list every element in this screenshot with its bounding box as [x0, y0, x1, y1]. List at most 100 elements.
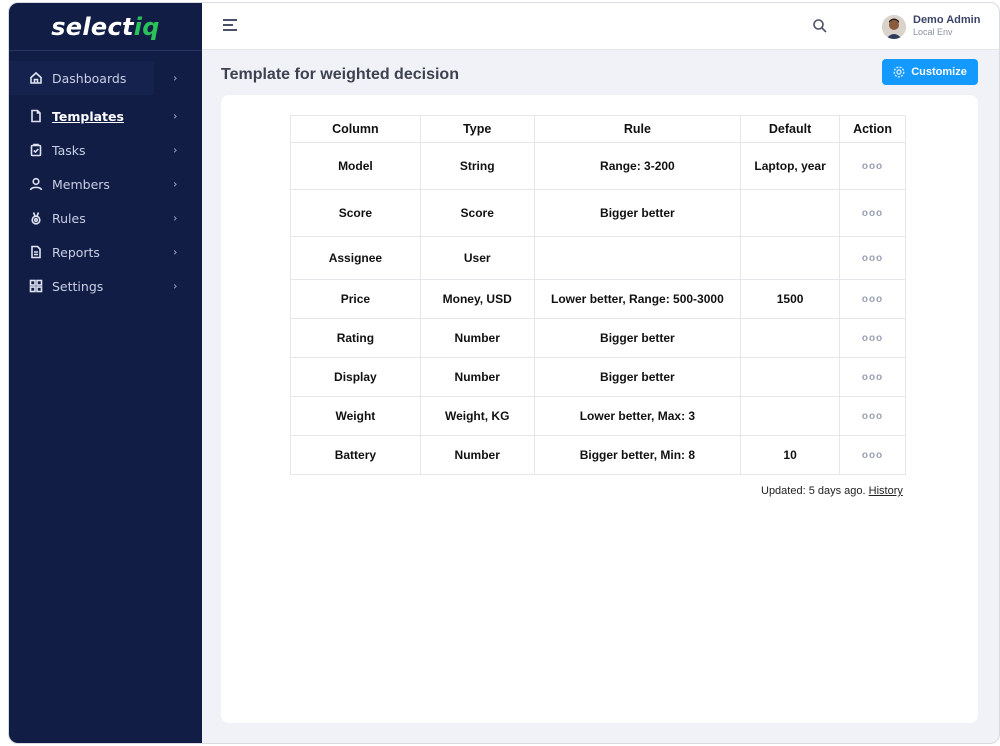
cell-column: Battery	[290, 435, 421, 475]
gear-icon	[893, 66, 905, 78]
row-action-menu[interactable]: ooo	[839, 236, 906, 280]
cell-rule: Bigger better, Min: 8	[533, 435, 742, 475]
row-action-menu[interactable]: ooo	[839, 435, 906, 475]
row-action-menu[interactable]: ooo	[839, 318, 906, 358]
cell-rule: Bigger better	[533, 357, 742, 397]
chevron-right-icon: ›	[173, 109, 178, 123]
avatar[interactable]	[882, 15, 906, 39]
user-icon	[29, 177, 43, 191]
user-env: Local Env	[913, 27, 953, 37]
cell-type: Number	[419, 435, 535, 475]
cell-type: Money, USD	[419, 279, 535, 319]
page-title: Template for weighted decision	[221, 66, 459, 83]
cell-rule: Range: 3-200	[533, 142, 742, 190]
header-rule: Rule	[533, 115, 742, 143]
row-action-menu[interactable]: ooo	[839, 396, 906, 436]
updated-text: Updated: 5 days ago.	[761, 485, 866, 497]
chevron-right-icon: ›	[173, 177, 178, 191]
file-icon	[29, 109, 43, 123]
cell-column: Rating	[290, 318, 421, 358]
cell-type: Number	[419, 357, 535, 397]
chevron-right-icon: ›	[173, 279, 178, 293]
sidebar-item-label: Members	[52, 176, 110, 192]
cell-default: 10	[740, 435, 841, 475]
history-link[interactable]: History	[869, 485, 903, 497]
sidebar: select iq Dashboards › Templates › Tasks …	[9, 3, 202, 743]
cell-default	[740, 396, 841, 436]
cell-column: Price	[290, 279, 421, 319]
table-row: Model String Range: 3-200 Laptop, year o…	[290, 142, 906, 190]
row-action-menu[interactable]: ooo	[839, 279, 906, 319]
customize-button[interactable]: Customize	[882, 59, 978, 85]
table-row: Assignee User ooo	[290, 236, 906, 280]
cell-rule: Lower better, Max: 3	[533, 396, 742, 436]
user-name[interactable]: Demo Admin	[913, 14, 980, 26]
cell-type: Number	[419, 318, 535, 358]
medal-icon	[29, 211, 43, 225]
template-card: Column Type Rule Default Action Model St…	[221, 95, 978, 723]
cell-rule: Bigger better	[533, 189, 742, 237]
table-row: Price Money, USD Lower better, Range: 50…	[290, 279, 906, 319]
sidebar-item-label: Tasks	[52, 142, 86, 158]
cell-rule: Lower better, Range: 500-3000	[533, 279, 742, 319]
cell-rule	[533, 236, 742, 280]
app-window: select iq Dashboards › Templates › Tasks …	[8, 2, 1000, 744]
sidebar-item-templates[interactable]: Templates ›	[9, 99, 202, 133]
sidebar-item-members[interactable]: Members ›	[9, 167, 202, 201]
chevron-right-icon: ›	[173, 71, 178, 85]
home-icon	[29, 71, 43, 85]
cell-default	[740, 318, 841, 358]
cell-type: Weight, KG	[419, 396, 535, 436]
sidebar-item-label: Templates	[52, 108, 124, 124]
updated-status: Updated: 5 days ago. History	[761, 485, 903, 497]
cell-column: Score	[290, 189, 421, 237]
row-action-menu[interactable]: ooo	[839, 357, 906, 397]
cell-column: Assignee	[290, 236, 421, 280]
cell-default	[740, 236, 841, 280]
logo: select iq	[9, 3, 202, 51]
sidebar-item-label: Settings	[52, 278, 104, 294]
report-icon	[29, 245, 43, 259]
cell-type: String	[419, 142, 535, 190]
cell-type: User	[419, 236, 535, 280]
cell-default	[740, 189, 841, 237]
sidebar-item-tasks[interactable]: Tasks ›	[9, 133, 202, 167]
sidebar-item-dashboards[interactable]: Dashboards ›	[9, 61, 177, 95]
sidebar-nav: Dashboards › Templates › Tasks › Members…	[9, 51, 202, 303]
sidebar-item-rules[interactable]: Rules ›	[9, 201, 202, 235]
topbar: Demo Admin Local Env	[202, 3, 999, 50]
cell-default: Laptop, year	[740, 142, 841, 190]
header-type: Type	[419, 115, 535, 143]
customize-button-label: Customize	[911, 66, 967, 78]
sidebar-item-label: Reports	[52, 244, 100, 260]
header-column: Column	[290, 115, 421, 143]
header-default: Default	[740, 115, 841, 143]
table-row: Rating Number Bigger better ooo	[290, 318, 906, 358]
header-action: Action	[839, 115, 906, 143]
chevron-right-icon: ›	[173, 143, 178, 157]
table-row: Display Number Bigger better ooo	[290, 357, 906, 397]
table-row: Score Score Bigger better ooo	[290, 189, 906, 237]
row-action-menu[interactable]: ooo	[839, 142, 906, 190]
sidebar-item-settings[interactable]: Settings ›	[9, 269, 202, 303]
grid-icon	[29, 279, 43, 293]
chevron-right-icon: ›	[173, 211, 178, 225]
menu-icon[interactable]	[223, 19, 237, 31]
chevron-right-icon: ›	[173, 245, 178, 259]
row-action-menu[interactable]: ooo	[839, 189, 906, 237]
cell-rule: Bigger better	[533, 318, 742, 358]
cell-column: Weight	[290, 396, 421, 436]
search-icon[interactable]	[812, 18, 828, 34]
sidebar-item-label: Rules	[52, 210, 86, 226]
template-table: Column Type Rule Default Action Model St…	[290, 115, 906, 475]
sidebar-item-label: Dashboards	[52, 70, 127, 86]
cell-default: 1500	[740, 279, 841, 319]
cell-type: Score	[419, 189, 535, 237]
cell-default	[740, 357, 841, 397]
cell-column: Display	[290, 357, 421, 397]
table-row: Battery Number Bigger better, Min: 8 10 …	[290, 435, 906, 475]
cell-column: Model	[290, 142, 421, 190]
table-header-row: Column Type Rule Default Action	[290, 115, 906, 143]
clipboard-icon	[29, 143, 43, 157]
sidebar-item-reports[interactable]: Reports ›	[9, 235, 202, 269]
